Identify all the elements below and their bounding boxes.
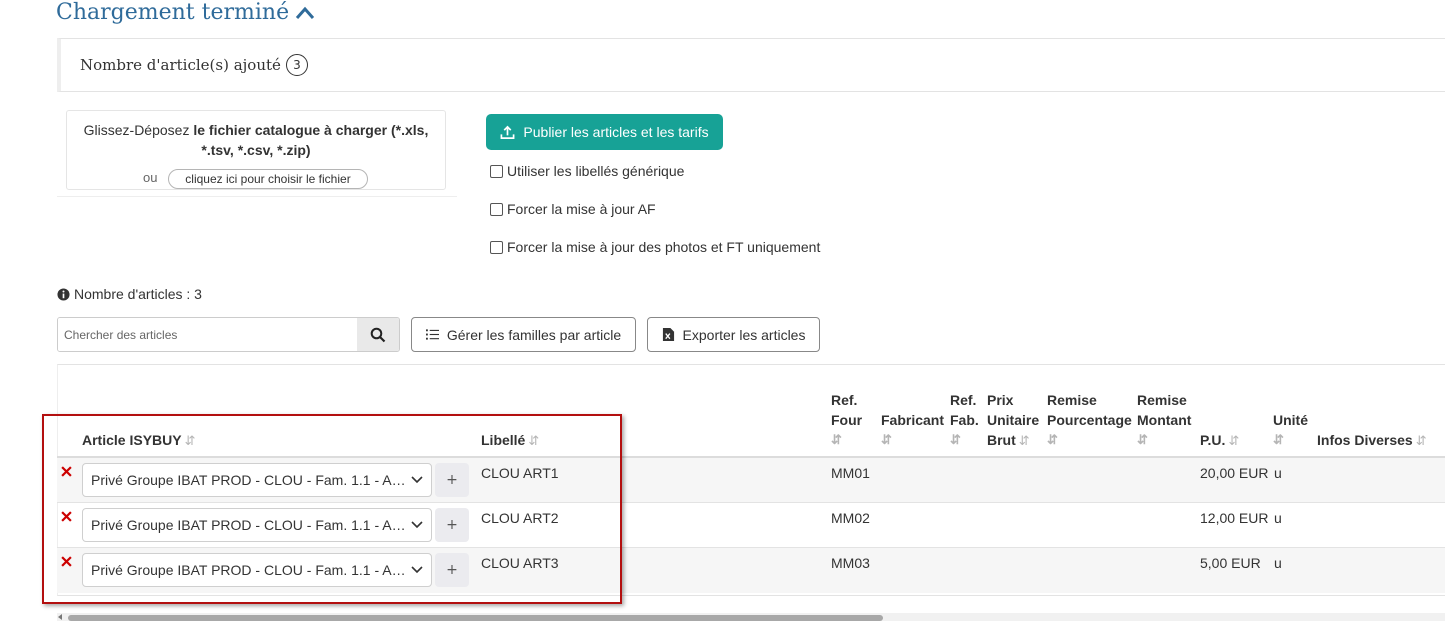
cell-pu: 5,00 EUR: [1200, 555, 1261, 571]
col-header-remise-pct-line1: Remise: [1047, 392, 1097, 408]
option-generic-labels[interactable]: Utiliser les libellés générique: [490, 163, 684, 179]
col-header-pu[interactable]: P.U. ⇵: [1200, 430, 1239, 451]
col-header-ref-fab[interactable]: Ref. Fab. ⇵: [950, 390, 979, 450]
col-header-infos-diverses[interactable]: Infos Diverses ⇵: [1317, 430, 1427, 451]
option-force-photos[interactable]: Forcer la mise à jour des photos et FT u…: [490, 239, 820, 255]
sort-icon[interactable]: ⇵: [831, 430, 862, 450]
cell-pu: 20,00 EUR: [1200, 465, 1269, 481]
col-header-remise-pourcentage[interactable]: Remise Pourcentage ⇵: [1047, 390, 1132, 450]
option-force-af-label: Forcer la mise à jour AF: [507, 201, 656, 217]
horizontal-scrollbar-thumb[interactable]: [68, 615, 883, 621]
col-header-remise-mnt-line1: Remise: [1137, 392, 1187, 408]
manage-families-button[interactable]: Gérer les familles par article: [411, 317, 636, 352]
col-header-ref-fab-line1: Ref.: [950, 392, 977, 408]
col-header-remise-pct-line2: Pourcentage: [1047, 412, 1132, 428]
publish-button-label: Publier les articles et les tarifs: [523, 124, 709, 140]
col-header-unite[interactable]: Unité ⇵: [1273, 410, 1308, 450]
export-articles-button[interactable]: Exporter les articles: [647, 317, 820, 352]
dropzone-text-bold: le fichier catalogue à charger (*.xls, *…: [193, 122, 429, 158]
publish-button[interactable]: Publier les articles et les tarifs: [486, 114, 723, 150]
articles-count-label: Nombre d'articles : 3: [74, 286, 202, 302]
col-header-remise-montant[interactable]: Remise Montant ⇵: [1137, 390, 1191, 450]
info-icon: [57, 287, 70, 301]
scroll-left-arrow-icon[interactable]: [58, 614, 62, 620]
search-input[interactable]: [58, 318, 357, 351]
col-header-ref-four[interactable]: Ref. Four ⇵: [831, 390, 862, 450]
col-header-unite-label: Unité: [1273, 412, 1308, 428]
cell-ref-four: MM03: [831, 555, 870, 571]
highlight-box: [42, 414, 622, 604]
cell-unite: u: [1274, 510, 1282, 526]
col-header-infos-label: Infos Diverses: [1317, 432, 1413, 448]
col-header-ref-four-line2: Four: [831, 412, 863, 428]
page-title[interactable]: Chargement terminé: [56, 0, 315, 25]
col-header-fabricant-label: Fabricant: [881, 412, 945, 428]
cell-unite: u: [1274, 465, 1282, 481]
sort-icon[interactable]: ⇵: [1228, 433, 1239, 448]
dropzone-text-prefix: Glissez-Déposez: [83, 122, 194, 138]
sort-icon[interactable]: ⇵: [1047, 430, 1132, 450]
checkbox-force-photos[interactable]: [490, 240, 503, 254]
col-header-fabricant[interactable]: Fabricant ⇵: [881, 410, 944, 450]
col-header-prix-line2: Unitaire: [987, 412, 1040, 428]
sort-icon[interactable]: ⇵: [881, 430, 944, 450]
manage-families-label: Gérer les familles par article: [446, 326, 622, 343]
sort-icon[interactable]: ⇵: [1137, 430, 1191, 450]
added-count-text: Nombre d'article(s) ajouté: [80, 56, 281, 74]
cell-ref-four: MM01: [831, 465, 870, 481]
added-count-badge: 3: [285, 54, 308, 76]
dropzone-divider: [57, 196, 457, 197]
sort-icon[interactable]: ⇵: [950, 430, 979, 450]
chevron-up-icon[interactable]: [295, 6, 315, 20]
col-header-ref-fab-line2: Fab.: [950, 412, 979, 428]
col-header-prix-line1: Prix: [987, 392, 1014, 408]
col-header-prix-line3: Brut: [987, 432, 1016, 448]
upload-icon: [500, 125, 515, 139]
sort-icon[interactable]: ⇵: [1416, 433, 1427, 448]
search-button[interactable]: [357, 318, 399, 351]
search-icon: [370, 327, 386, 342]
cell-pu: 12,00 EUR: [1200, 510, 1269, 526]
sort-icon[interactable]: ⇵: [1273, 430, 1308, 450]
excel-file-icon: [662, 328, 674, 341]
export-articles-label: Exporter les articles: [682, 326, 806, 343]
col-header-ref-four-line1: Ref.: [831, 392, 858, 408]
option-generic-labels-label: Utiliser les libellés générique: [507, 163, 685, 179]
checkbox-generic-labels[interactable]: [490, 164, 503, 178]
cell-ref-four: MM02: [831, 510, 870, 526]
dropzone-or-label: ou: [143, 170, 158, 185]
sort-icon[interactable]: ⇵: [1019, 433, 1030, 448]
articles-count: Nombre d'articles : 3: [57, 286, 202, 302]
added-count-label: Nombre d'article(s) ajouté 3: [80, 54, 308, 76]
choose-file-button[interactable]: cliquez ici pour choisir le fichier: [168, 169, 368, 189]
checkbox-force-af[interactable]: [490, 202, 503, 216]
cell-unite: u: [1274, 555, 1282, 571]
col-header-remise-mnt-line2: Montant: [1137, 412, 1192, 428]
option-force-af[interactable]: Forcer la mise à jour AF: [490, 201, 656, 217]
search-box: [57, 317, 400, 352]
col-header-prix-unitaire-brut[interactable]: Prix Unitaire Brut ⇵: [987, 390, 1039, 451]
page-title-text: Chargement terminé: [56, 0, 290, 25]
list-icon: [425, 329, 439, 340]
col-header-pu-label: P.U.: [1200, 432, 1226, 448]
option-force-photos-label: Forcer la mise à jour des photos et FT u…: [507, 239, 821, 255]
